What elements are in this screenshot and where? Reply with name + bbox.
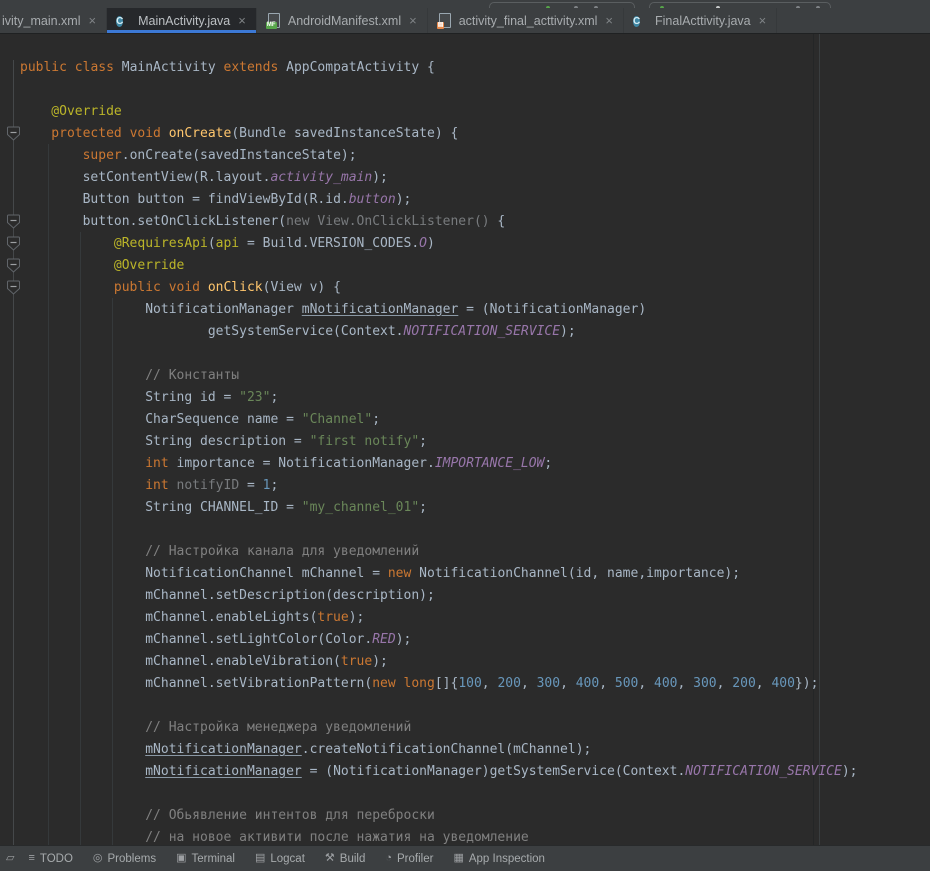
tab-FinalActtivity.java[interactable]: C FinalActtivity.java × bbox=[624, 8, 777, 33]
code-line[interactable]: NotificationManager mNotificationManager… bbox=[0, 299, 930, 321]
code-line[interactable]: button.setOnClickListener(new View.OnCli… bbox=[0, 211, 930, 233]
close-icon[interactable]: × bbox=[409, 14, 417, 27]
layout-xml-icon: ▤ bbox=[437, 13, 453, 29]
tool-window-button-Terminal[interactable]: ▣Terminal bbox=[176, 853, 235, 865]
tool-window-button-Build[interactable]: ⚒Build bbox=[325, 853, 365, 865]
tool-window-button-App Inspection[interactable]: ▦App Inspection bbox=[453, 853, 545, 865]
tab-activity_final_acttivity.xml[interactable]: ▤ activity_final_acttivity.xml × bbox=[428, 8, 624, 33]
tool-window-button-Logcat[interactable]: ▤Logcat bbox=[255, 853, 305, 865]
code-line[interactable] bbox=[0, 79, 930, 101]
close-icon[interactable]: × bbox=[89, 14, 97, 27]
top-toolbar-strip bbox=[0, 0, 930, 8]
class-icon: C bbox=[116, 13, 132, 29]
tool-window-label: Logcat bbox=[270, 853, 305, 865]
tool-window-label: Build bbox=[340, 853, 366, 865]
code-line[interactable] bbox=[0, 695, 930, 717]
tool-window-label: Profiler bbox=[397, 853, 433, 865]
editor-tab-bar: ivity_main.xml × C MainActivity.java × MF Andr… bbox=[0, 8, 930, 34]
code-line[interactable]: mNotificationManager.createNotificationC… bbox=[0, 739, 930, 761]
tab-label: AndroidManifest.xml bbox=[288, 14, 401, 28]
tab-label: activity_final_acttivity.xml bbox=[459, 14, 598, 28]
code-line[interactable]: String id = "23"; bbox=[0, 387, 930, 409]
code-line[interactable]: // Настройка канала для уведомлений bbox=[0, 541, 930, 563]
code-line[interactable]: mChannel.enableVibration(true); bbox=[0, 651, 930, 673]
code-line[interactable]: NotificationChannel mChannel = new Notif… bbox=[0, 563, 930, 585]
code-line[interactable]: @Override bbox=[0, 101, 930, 123]
close-icon[interactable]: × bbox=[759, 14, 767, 27]
code-line[interactable]: Button button = findViewById(R.id.button… bbox=[0, 189, 930, 211]
code-line[interactable]: public void onClick(View v) { bbox=[0, 277, 930, 299]
fold-collapse-icon[interactable] bbox=[6, 126, 21, 142]
code-line[interactable]: String CHANNEL_ID = "my_channel_01"; bbox=[0, 497, 930, 519]
code-line[interactable]: // Настройка менеджера уведомлений bbox=[0, 717, 930, 739]
code-line[interactable]: // Обьявление интентов для переброски bbox=[0, 805, 930, 827]
code-line[interactable]: String description = "first notify"; bbox=[0, 431, 930, 453]
code-line[interactable]: super.onCreate(savedInstanceState); bbox=[0, 145, 930, 167]
class-icon: C bbox=[633, 13, 649, 29]
tab-label: FinalActtivity.java bbox=[655, 14, 751, 28]
code-line[interactable]: setContentView(R.layout.activity_main); bbox=[0, 167, 930, 189]
code-line[interactable]: public class MainActivity extends AppCom… bbox=[0, 57, 930, 79]
fold-collapse-icon[interactable] bbox=[6, 236, 21, 252]
code-line[interactable]: mNotificationManager = (NotificationMana… bbox=[0, 761, 930, 783]
code-line[interactable]: CharSequence name = "Channel"; bbox=[0, 409, 930, 431]
code-line[interactable] bbox=[0, 783, 930, 805]
code-editor[interactable]: public class MainActivity extends AppCom… bbox=[0, 34, 930, 845]
code-line[interactable]: protected void onCreate(Bundle savedInst… bbox=[0, 123, 930, 145]
tool-window-label: Problems bbox=[108, 853, 157, 865]
tool-window-button-TODO[interactable]: ≡TODO bbox=[28, 853, 72, 865]
code-line[interactable]: @RequiresApi(api = Build.VERSION_CODES.O… bbox=[0, 233, 930, 255]
tool-window-button-Profiler[interactable]: ◔Profiler bbox=[385, 853, 433, 865]
tool-window-label: TODO bbox=[40, 853, 73, 865]
tab-label: ivity_main.xml bbox=[2, 14, 81, 28]
close-icon[interactable]: × bbox=[238, 14, 246, 27]
tool-window-button-Problems[interactable]: ◎Problems bbox=[93, 853, 156, 865]
fold-collapse-icon[interactable] bbox=[6, 280, 21, 296]
code-line[interactable]: @Override bbox=[0, 255, 930, 277]
tab-MainActivity.java[interactable]: C MainActivity.java × bbox=[107, 8, 257, 33]
tab-ivity_main.xml[interactable]: ivity_main.xml × bbox=[0, 8, 107, 33]
code-line[interactable]: getSystemService(Context.NOTIFICATION_SE… bbox=[0, 321, 930, 343]
bottom-tool-window-bar: ▱ ≡TODO◎Problems▣Terminal▤Logcat⚒Build◔P… bbox=[0, 845, 930, 871]
code-line[interactable]: mChannel.setLightColor(Color.RED); bbox=[0, 629, 930, 651]
code-line[interactable] bbox=[0, 343, 930, 365]
code-line[interactable]: mChannel.setDescription(description); bbox=[0, 585, 930, 607]
code-line[interactable]: // на новое активити после нажатия на ув… bbox=[0, 827, 930, 845]
close-icon[interactable]: × bbox=[605, 14, 613, 27]
code-area[interactable]: public class MainActivity extends AppCom… bbox=[0, 57, 930, 845]
code-line[interactable]: int notifyID = 1; bbox=[0, 475, 930, 497]
fold-collapse-icon[interactable] bbox=[6, 214, 21, 230]
code-line[interactable]: int importance = NotificationManager.IMP… bbox=[0, 453, 930, 475]
code-line[interactable]: // Константы bbox=[0, 365, 930, 387]
code-line[interactable]: mChannel.setVibrationPattern(new long[]{… bbox=[0, 673, 930, 695]
manifest-icon: MF bbox=[266, 13, 282, 29]
tool-window-label: Terminal bbox=[192, 853, 235, 865]
fold-collapse-icon[interactable] bbox=[6, 258, 21, 274]
tab-label: MainActivity.java bbox=[138, 14, 230, 28]
code-line[interactable] bbox=[0, 519, 930, 541]
code-line[interactable]: mChannel.enableLights(true); bbox=[0, 607, 930, 629]
tab-AndroidManifest.xml[interactable]: MF AndroidManifest.xml × bbox=[257, 8, 428, 33]
tool-window-label: App Inspection bbox=[469, 853, 545, 865]
